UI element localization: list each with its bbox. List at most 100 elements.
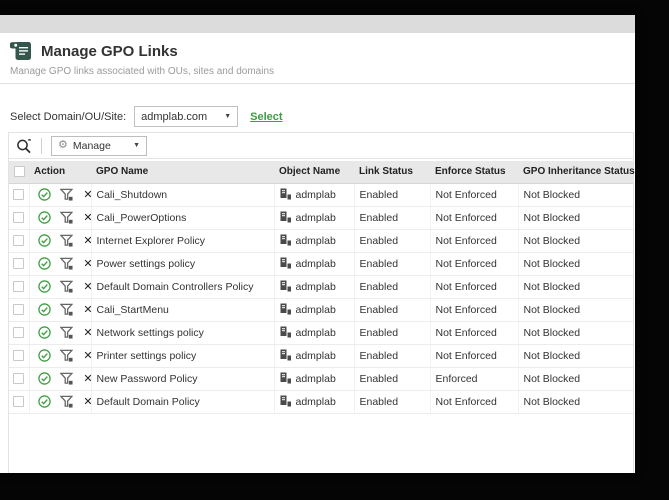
row-checkbox[interactable] bbox=[13, 304, 25, 316]
domain-object-icon bbox=[280, 372, 291, 384]
page-title: Manage GPO Links bbox=[41, 42, 178, 60]
inheritance-status-cell: Not Blocked bbox=[518, 367, 633, 391]
enable-link-icon[interactable] bbox=[37, 280, 51, 293]
domain-object-icon bbox=[280, 395, 291, 407]
enable-link-icon[interactable] bbox=[37, 395, 51, 408]
enforce-link-icon[interactable] bbox=[59, 395, 74, 408]
table-row: ✕ New Password Policy admplab Enabled En… bbox=[9, 367, 633, 391]
domain-object-icon bbox=[280, 188, 291, 200]
gpo-name-cell: Cali_StartMenu bbox=[91, 298, 275, 322]
object-name-text: admplab bbox=[295, 212, 336, 224]
link-status-cell: Enabled bbox=[354, 298, 431, 322]
enforce-status-cell: Not Enforced bbox=[430, 252, 519, 276]
inheritance-status-cell: Not Blocked bbox=[518, 183, 633, 207]
enable-link-icon[interactable] bbox=[37, 211, 51, 224]
gpo-links-table: Action GPO Name Object Name Link Status … bbox=[9, 161, 635, 414]
select-domain-link[interactable]: Select bbox=[250, 111, 282, 123]
inheritance-status-cell: Not Blocked bbox=[518, 344, 633, 368]
gpo-links-panel: ⚙ Manage ▼ Action GPO Name Object Name L… bbox=[8, 132, 635, 473]
object-name-cell: admplab bbox=[274, 367, 355, 391]
table-body: ✕ Cali_Shutdown admplab Enabled Not Enfo… bbox=[9, 183, 633, 414]
row-checkbox[interactable] bbox=[13, 396, 25, 408]
object-name-cell: admplab bbox=[274, 390, 355, 414]
search-icon[interactable] bbox=[16, 138, 32, 154]
window-top-strip bbox=[0, 15, 635, 33]
row-checkbox[interactable] bbox=[13, 281, 25, 293]
row-checkbox[interactable] bbox=[13, 373, 25, 385]
enforce-status-cell: Not Enforced bbox=[430, 229, 519, 253]
domain-object-icon bbox=[280, 211, 291, 223]
domain-select[interactable]: admplab.com ▼ bbox=[134, 106, 239, 127]
table-row: ✕ Network settings policy admplab Enable… bbox=[9, 321, 633, 345]
inheritance-status-cell: Not Blocked bbox=[518, 275, 633, 299]
enable-link-icon[interactable] bbox=[37, 349, 51, 362]
enforce-status-cell: Not Enforced bbox=[430, 321, 519, 345]
page-subtitle: Manage GPO links associated with OUs, si… bbox=[10, 66, 275, 77]
gear-icon: ⚙ bbox=[58, 139, 68, 151]
inheritance-status-cell: Not Blocked bbox=[518, 390, 633, 414]
enforce-status-cell: Not Enforced bbox=[430, 344, 519, 368]
gpo-name-cell: Printer settings policy bbox=[91, 344, 275, 368]
table-header-row: Action GPO Name Object Name Link Status … bbox=[9, 161, 635, 184]
object-name-cell: admplab bbox=[274, 298, 355, 322]
enable-link-icon[interactable] bbox=[37, 234, 51, 247]
row-checkbox[interactable] bbox=[13, 350, 25, 362]
link-status-cell: Enabled bbox=[354, 367, 431, 391]
row-checkbox[interactable] bbox=[13, 258, 25, 270]
col-header-gpo-name: GPO Name bbox=[91, 161, 274, 184]
col-header-object-name: Object Name bbox=[274, 161, 354, 184]
enforce-link-icon[interactable] bbox=[59, 349, 74, 362]
table-toolbar: ⚙ Manage ▼ bbox=[9, 133, 633, 159]
link-status-cell: Enabled bbox=[354, 390, 431, 414]
enable-link-icon[interactable] bbox=[37, 188, 51, 201]
enforce-link-icon[interactable] bbox=[59, 257, 74, 270]
page-header: Manage GPO Links Manage GPO links associ… bbox=[0, 33, 635, 84]
object-name-text: admplab bbox=[295, 235, 336, 247]
enforce-status-cell: Not Enforced bbox=[430, 183, 519, 207]
row-checkbox[interactable] bbox=[13, 189, 25, 201]
row-checkbox[interactable] bbox=[13, 235, 25, 247]
enable-link-icon[interactable] bbox=[37, 326, 51, 339]
link-status-cell: Enabled bbox=[354, 252, 431, 276]
table-row: ✕ Default Domain Policy admplab Enabled … bbox=[9, 390, 633, 414]
link-status-cell: Enabled bbox=[354, 344, 431, 368]
select-all-checkbox[interactable] bbox=[13, 166, 25, 178]
object-name-text: admplab bbox=[295, 373, 336, 385]
object-name-text: admplab bbox=[295, 281, 336, 293]
gpo-name-cell: Cali_Shutdown bbox=[91, 183, 275, 207]
enable-link-icon[interactable] bbox=[37, 303, 51, 316]
row-checkbox[interactable] bbox=[13, 327, 25, 339]
gpo-name-cell: Power settings policy bbox=[91, 252, 275, 276]
manage-dropdown[interactable]: ⚙ Manage ▼ bbox=[51, 135, 147, 156]
row-checkbox[interactable] bbox=[13, 212, 25, 224]
gpo-name-cell: New Password Policy bbox=[91, 367, 275, 391]
enforce-status-cell: Not Enforced bbox=[430, 298, 519, 322]
toolbar-divider bbox=[41, 137, 42, 154]
link-status-cell: Enabled bbox=[354, 206, 431, 230]
inheritance-status-cell: Not Blocked bbox=[518, 229, 633, 253]
object-name-text: admplab bbox=[295, 396, 336, 408]
col-header-link-status: Link Status bbox=[354, 161, 430, 184]
domain-select-value: admplab.com bbox=[141, 110, 208, 123]
enable-link-icon[interactable] bbox=[37, 372, 51, 385]
enforce-link-icon[interactable] bbox=[59, 372, 74, 385]
object-name-cell: admplab bbox=[274, 344, 355, 368]
enforce-link-icon[interactable] bbox=[59, 188, 74, 201]
object-name-text: admplab bbox=[295, 327, 336, 339]
enforce-link-icon[interactable] bbox=[59, 211, 74, 224]
domain-object-icon bbox=[280, 280, 291, 292]
table-row: ✕ Internet Explorer Policy admplab Enabl… bbox=[9, 229, 633, 253]
enforce-link-icon[interactable] bbox=[59, 280, 74, 293]
enable-link-icon[interactable] bbox=[37, 257, 51, 270]
enforce-link-icon[interactable] bbox=[59, 234, 74, 247]
col-header-inheritance-status: GPO Inheritance Status bbox=[518, 161, 635, 184]
inheritance-status-cell: Not Blocked bbox=[518, 252, 633, 276]
table-row: ✕ Cali_PowerOptions admplab Enabled Not … bbox=[9, 206, 633, 230]
link-status-cell: Enabled bbox=[354, 229, 431, 253]
enforce-link-icon[interactable] bbox=[59, 326, 74, 339]
enforce-link-icon[interactable] bbox=[59, 303, 74, 316]
table-row: ✕ Cali_Shutdown admplab Enabled Not Enfo… bbox=[9, 183, 633, 207]
domain-object-icon bbox=[280, 303, 291, 315]
chevron-down-icon: ▼ bbox=[133, 142, 140, 149]
object-name-cell: admplab bbox=[274, 321, 355, 345]
